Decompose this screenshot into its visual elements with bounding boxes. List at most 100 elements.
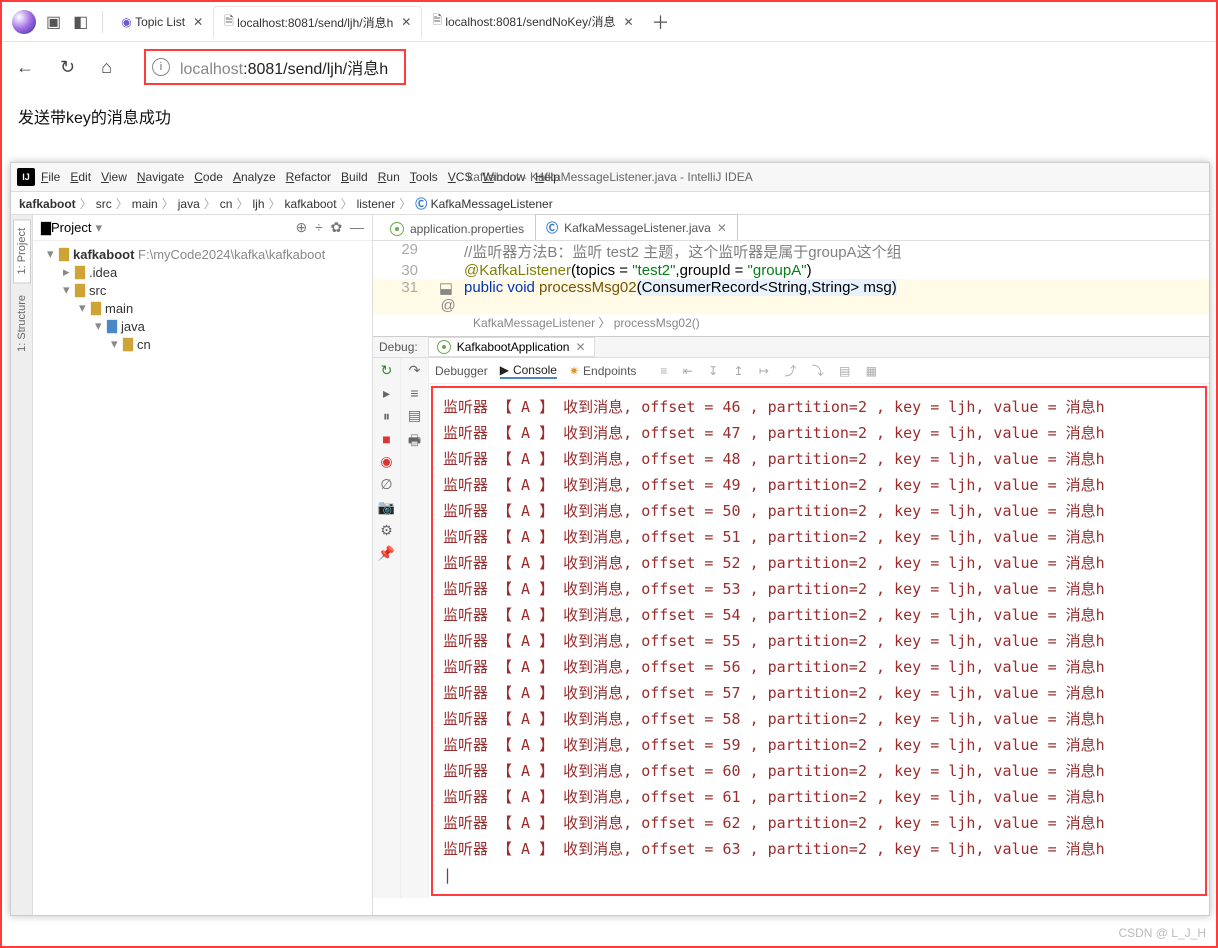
gutter-icons[interactable]: ⬓ @: [428, 279, 464, 314]
line-number: 31: [373, 279, 428, 314]
close-icon[interactable]: ✕: [575, 340, 585, 354]
close-icon[interactable]: ✕: [623, 15, 633, 29]
mute-breakpoints-button[interactable]: ∅: [380, 476, 392, 493]
folder-icon: ▇: [41, 220, 51, 236]
editor-tab-appprops[interactable]: application.properties: [379, 217, 535, 240]
debugger-tab[interactable]: Debugger: [435, 364, 488, 378]
rerun-button[interactable]: ↻: [381, 362, 393, 379]
expand-icon[interactable]: ▾: [47, 246, 59, 262]
menu-view[interactable]: View: [101, 170, 127, 184]
csdn-watermark: CSDN @ L_J_H: [1118, 926, 1206, 940]
back-button[interactable]: ←: [16, 57, 34, 78]
expand-icon[interactable]: ▾: [79, 300, 91, 316]
menu-help[interactable]: Help: [535, 170, 560, 184]
settings-icon[interactable]: ⚙: [380, 522, 393, 539]
print-icon[interactable]: 🖶: [408, 430, 421, 454]
expand-icon[interactable]: ▸: [63, 264, 75, 280]
code-text[interactable]: //监听器方法B：监听 test2 主题，这个监听器是属于groupA这个组: [464, 241, 902, 262]
url-text: localhost:8081/send/ljh/消息h: [180, 55, 388, 79]
menu-edit[interactable]: Edit: [70, 170, 91, 184]
menu-window[interactable]: Window: [482, 170, 525, 184]
crumb-main[interactable]: main: [132, 197, 174, 211]
menu-build[interactable]: Build: [341, 170, 368, 184]
console-tab[interactable]: ▶Console: [500, 363, 557, 379]
crumb-kafkaboot[interactable]: kafkaboot: [285, 197, 353, 211]
crumb-ljh[interactable]: ljh: [252, 197, 280, 211]
menu-analyze[interactable]: Analyze: [233, 170, 276, 184]
menu-file[interactable]: File: [41, 170, 60, 184]
frames-button[interactable]: ≡: [410, 385, 418, 401]
editor-footer-crumbs[interactable]: KafkaMessageListener 〉 processMsg02(): [373, 314, 1209, 336]
crumb-java[interactable]: java: [178, 197, 216, 211]
crumb-container: kafkaboot srcmain javacnljh kafkaboot listen…: [19, 195, 561, 212]
project-view-label[interactable]: Project: [51, 220, 91, 235]
home-button[interactable]: ⌂: [101, 57, 112, 78]
tree-node[interactable]: ▾▇src: [39, 281, 366, 299]
view-breakpoints-button[interactable]: ◉: [380, 453, 392, 470]
tree-node[interactable]: ▾▇cn: [39, 335, 366, 353]
crumb-kafkaboot[interactable]: kafkaboot: [19, 197, 92, 211]
menu-tools[interactable]: Tools: [410, 170, 438, 184]
code-editor[interactable]: 29 //监听器方法B：监听 test2 主题，这个监听器是属于groupA这个组…: [373, 241, 1209, 314]
project-toolwindow-tab[interactable]: 1: Project: [13, 219, 31, 283]
url-host: localhost: [180, 61, 243, 78]
menu-code[interactable]: Code: [194, 170, 223, 184]
site-info-icon[interactable]: i: [152, 58, 170, 76]
tab-label: KafkaMessageListener.java: [564, 221, 711, 235]
crumb-src[interactable]: src: [96, 197, 128, 211]
layout-button[interactable]: ▤: [408, 407, 421, 424]
menu-refactor[interactable]: Refactor: [286, 170, 331, 184]
line-number: 29: [373, 241, 428, 262]
step-over-button[interactable]: ↷: [409, 362, 421, 379]
page-icon: [432, 11, 442, 32]
pause-button[interactable]: ⏸: [383, 408, 390, 425]
expand-icon[interactable]: ▾: [111, 336, 123, 352]
workspaces-icon[interactable]: ▣: [46, 12, 61, 32]
menu-vcs[interactable]: VCS: [448, 170, 473, 184]
dropdown-icon[interactable]: ▾: [95, 220, 102, 236]
camera-icon[interactable]: 📷: [378, 499, 395, 516]
expand-icon[interactable]: ▾: [95, 318, 107, 334]
tree-tools[interactable]: ⊕ ÷ ✿ —: [296, 219, 364, 236]
run-config[interactable]: KafkabootApplication ✕: [428, 337, 595, 357]
close-icon[interactable]: ✕: [193, 15, 203, 29]
close-icon[interactable]: ✕: [717, 221, 727, 235]
tree-node[interactable]: ▾▇main: [39, 299, 366, 317]
tree-root-path: F:\myCode2024\kafka\kafkaboot: [138, 247, 325, 262]
code-line: 30@KafkaListener(topics = "test2",groupI…: [373, 262, 1209, 279]
expand-icon[interactable]: ▾: [63, 282, 75, 298]
resume-button[interactable]: ▸: [383, 385, 390, 402]
endpoints-tab[interactable]: ✷Endpoints: [569, 364, 636, 378]
pin-icon[interactable]: 📌: [378, 545, 395, 562]
refresh-button[interactable]: ↻: [60, 57, 75, 78]
browser-tab-sendnokey[interactable]: localhost:8081/sendNoKey/消息 ✕: [422, 6, 643, 38]
gutter: [428, 241, 464, 262]
tree-root[interactable]: ▾▇ kafkaboot F:\myCode2024\kafka\kafkabo…: [39, 245, 366, 263]
ide-menubar: IJ FileEditViewNavigateCodeAnalyzeRefact…: [11, 163, 1209, 191]
nav-breadcrumbs[interactable]: kafkaboot srcmain javacnljh kafkaboot listen…: [11, 191, 1209, 215]
tree-node[interactable]: ▾▇java: [39, 317, 366, 335]
browser-tab-send[interactable]: localhost:8081/send/ljh/消息h ✕: [213, 6, 422, 38]
collections-icon[interactable]: ◧: [73, 12, 88, 32]
browser-tab-topiclist[interactable]: ◉ Topic List ✕: [111, 6, 213, 38]
code-text[interactable]: @KafkaListener(topics = "test2",groupId …: [464, 262, 812, 279]
close-icon[interactable]: ✕: [401, 15, 411, 29]
run-config-name: KafkabootApplication: [457, 340, 570, 354]
structure-toolwindow-tab[interactable]: 1: Structure: [14, 287, 30, 360]
crumb-kafkamessagelistener[interactable]: Ⓒ KafkaMessageListener: [415, 197, 556, 211]
tree-node[interactable]: ▸▇.idea: [39, 263, 366, 281]
crumb-cn[interactable]: cn: [220, 197, 249, 211]
editor-tab-listener[interactable]: ⒸKafkaMessageListener.java✕: [535, 214, 738, 240]
code-text[interactable]: public void processMsg02(ConsumerRecord<…: [464, 279, 897, 314]
stop-button[interactable]: ■: [382, 431, 390, 447]
address-bar[interactable]: i localhost:8081/send/ljh/消息h: [144, 49, 406, 85]
debug-body: Debugger ▶Console ✷Endpoints ≡ ⇤ ↧ ↥ ↦ ⤴…: [429, 358, 1209, 898]
debug-actions-col1: ↻ ▸ ⏸ ■ ◉ ∅ 📷 ⚙ 📌: [373, 358, 401, 898]
new-tab-button[interactable]: ＋: [652, 9, 670, 35]
menu-run[interactable]: Run: [378, 170, 400, 184]
crumb-listener[interactable]: listener: [357, 197, 412, 211]
browser-logo-icon[interactable]: [12, 10, 36, 34]
menu-navigate[interactable]: Navigate: [137, 170, 184, 184]
step-toolbar[interactable]: ≡ ⇤ ↧ ↥ ↦ ⤴ ⤵ ▤ ▦: [660, 362, 883, 379]
console-output[interactable]: 监听器 【 A 】 收到消息, offset = 46 , partition=…: [431, 386, 1207, 896]
